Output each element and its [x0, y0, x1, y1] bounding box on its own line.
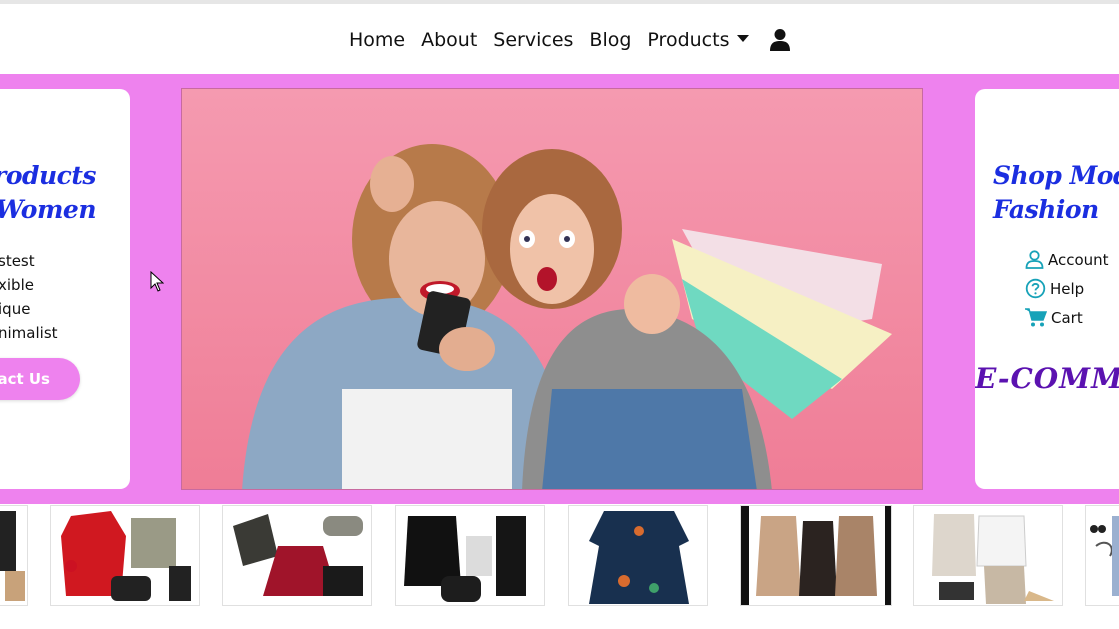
right-card-title: Shop Modern Fashion [993, 159, 1119, 227]
feature-item: xible [0, 273, 130, 297]
account-link[interactable]: Account [1025, 245, 1109, 274]
outfit-4-image [404, 516, 526, 602]
quick-links: Account Help Cart [1025, 245, 1109, 332]
outfit-7-image [932, 514, 1054, 604]
outfit-5-image [589, 511, 689, 604]
left-title-line1: n Products [0, 161, 97, 190]
cart-label: Cart [1051, 308, 1083, 327]
feature-item: stest [0, 249, 130, 273]
thumbnail-outfit-5[interactable] [568, 505, 708, 606]
hero-photo [182, 89, 922, 489]
feature-item: nimalist [0, 321, 130, 345]
person-icon [1025, 250, 1044, 269]
cart-link[interactable]: Cart [1025, 303, 1109, 332]
outfit-1-image [0, 511, 25, 601]
account-label: Account [1048, 250, 1109, 269]
user-icon[interactable] [769, 28, 791, 52]
thumbnail-outfit-3[interactable] [222, 505, 372, 606]
nav-about[interactable]: About [421, 29, 477, 51]
outfit-8-image [1090, 516, 1119, 596]
feature-text: ique [0, 300, 31, 318]
right-title-line2: Fashion [993, 195, 1099, 224]
mouse-pointer-icon [150, 271, 164, 292]
left-promo-card: n Products Women stest xible ique nimali… [0, 89, 130, 489]
main-nav: Home About Services Blog Products [0, 18, 1119, 62]
nav-products-dropdown[interactable]: Products [647, 29, 750, 51]
right-promo-card: Shop Modern Fashion Account Help [975, 89, 1119, 489]
nav-blog[interactable]: Blog [589, 29, 631, 51]
feature-text: stest [0, 252, 35, 270]
help-link[interactable]: Help [1025, 274, 1109, 303]
left-card-title: n Products Women [0, 159, 97, 227]
thumbnail-outfit-4[interactable] [395, 505, 545, 606]
contact-us-button[interactable]: ntact Us [0, 358, 80, 400]
feature-text: nimalist [0, 324, 58, 342]
nav-products-label: Products [647, 29, 730, 51]
thumbnail-outfit-2[interactable] [50, 505, 200, 606]
cart-icon [1025, 308, 1047, 327]
product-thumbnail-strip [0, 505, 1119, 607]
feature-list: stest xible ique nimalist [0, 249, 130, 345]
thumbnail-outfit-8[interactable] [1085, 505, 1119, 606]
outfit-3-image [233, 514, 363, 596]
brand-text: E-COMMERCE [975, 362, 1119, 395]
question-circle-icon [1025, 278, 1046, 299]
nav-home[interactable]: Home [349, 29, 405, 51]
help-label: Help [1050, 279, 1085, 298]
hero-banner: n Products Women stest xible ique nimali… [0, 74, 1119, 504]
left-title-line2: Women [0, 195, 97, 224]
outfit-6-image [741, 506, 891, 605]
thumbnail-outfit-7[interactable] [913, 505, 1063, 606]
thumbnail-outfit-1[interactable] [0, 505, 28, 606]
right-title-line1: Shop Modern [993, 161, 1119, 190]
hero-image [181, 88, 923, 490]
thumbnail-outfit-6[interactable] [740, 505, 892, 606]
nav-services[interactable]: Services [493, 29, 573, 51]
caret-down-icon [737, 35, 750, 42]
feature-text: xible [0, 276, 34, 294]
nav-menu: Home About Services Blog Products [349, 18, 791, 62]
top-border [0, 0, 1119, 4]
outfit-2-image [61, 511, 191, 601]
feature-item: ique [0, 297, 130, 321]
